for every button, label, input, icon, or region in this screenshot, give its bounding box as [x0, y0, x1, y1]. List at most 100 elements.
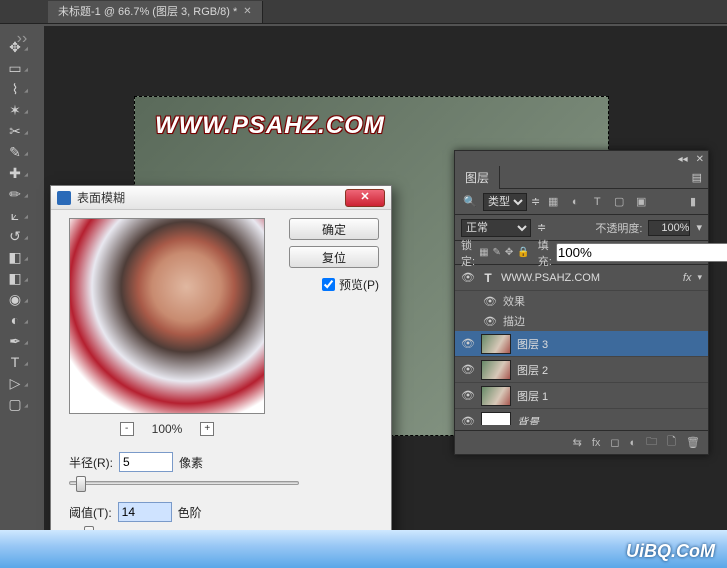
eye-icon[interactable]: 👁 — [461, 337, 475, 350]
new-layer-icon[interactable]: 🗋 — [667, 433, 676, 452]
close-icon[interactable]: ✕ — [243, 1, 251, 23]
panel-collapse-icon[interactable]: ◂◂ — [678, 154, 688, 165]
radius-input[interactable] — [119, 452, 173, 472]
layer-name: 图层 1 — [517, 388, 548, 404]
adjustment-icon[interactable]: ◐ — [630, 437, 637, 449]
layer-name: WWW.PSAHZ.COM — [501, 272, 600, 284]
path-select-icon[interactable]: ▷ — [4, 373, 26, 393]
filter-type-icon[interactable]: T — [588, 194, 606, 210]
history-brush-icon[interactable]: ↺ — [4, 226, 26, 246]
radius-label: 半径(R): — [69, 454, 113, 471]
pen-tool-icon[interactable]: ✒ — [4, 331, 26, 351]
brush-tool-icon[interactable]: ✏ — [4, 184, 26, 204]
lock-move-icon[interactable]: ✥ — [505, 245, 513, 261]
preview-checkbox[interactable] — [322, 278, 335, 291]
layer-thumb — [481, 386, 511, 406]
layer-row-2[interactable]: 👁 图层 2 — [455, 357, 708, 383]
tool-palette: ›› ✥ ▭ ⌇ ✶ ✂ ✎ ✚ ✏ ⟀ ↺ ◧ ◧ ◉ ◐ ✒ T ▷ ▢ — [2, 28, 42, 416]
dialog-close-button[interactable]: ✕ — [345, 189, 385, 207]
blend-mode-select[interactable]: 正常 — [461, 219, 531, 237]
filter-pixel-icon[interactable]: ▦ — [544, 194, 562, 210]
filter-adjust-icon[interactable]: ◐ — [566, 194, 584, 210]
uibq-watermark: UiBQ.CoM — [626, 541, 715, 562]
layer-thumb — [481, 334, 511, 354]
eye-icon[interactable]: 👁 — [461, 363, 475, 376]
reset-button[interactable]: 复位 — [289, 246, 379, 268]
lock-paint-icon[interactable]: ✎ — [493, 245, 501, 261]
shape-tool-icon[interactable]: ▢ — [4, 394, 26, 414]
layer-thumb — [481, 412, 511, 426]
layers-panel: ◂◂ ✕ 图层 ▤ 🔍 类型 ≑ ▦ ◐ T ▢ ▣ ▮ 正常 ≑ 不透明度: … — [454, 150, 709, 455]
ok-button[interactable]: 确定 — [289, 218, 379, 240]
filter-type-select[interactable]: 类型 — [483, 193, 527, 211]
fill-input[interactable] — [556, 243, 727, 262]
panel-menu-icon[interactable]: ▤ — [686, 171, 708, 184]
lock-all-icon[interactable]: 🔒 — [517, 245, 529, 261]
lock-label: 锁定: — [461, 237, 475, 269]
radius-unit: 像素 — [179, 454, 203, 471]
document-tab-title: 未标题-1 @ 66.7% (图层 3, RGB/8) * — [58, 1, 237, 23]
threshold-input[interactable] — [118, 502, 172, 522]
blur-preview[interactable] — [69, 218, 265, 414]
filter-smart-icon[interactable]: ▣ — [632, 194, 650, 210]
fx-badge[interactable]: fx — [683, 272, 692, 284]
filter-toggle[interactable]: ▮ — [684, 194, 702, 210]
threshold-unit: 色阶 — [178, 504, 202, 521]
layers-tab[interactable]: 图层 — [455, 166, 500, 189]
layer-name: 图层 3 — [517, 336, 548, 352]
zoom-out-button[interactable]: - — [120, 422, 134, 436]
dialog-titlebar[interactable]: 表面模糊 ✕ — [51, 186, 391, 210]
opacity-label: 不透明度: — [595, 220, 642, 236]
fx-icon[interactable]: fx — [592, 437, 601, 449]
threshold-label: 阈值(T): — [69, 504, 112, 521]
opacity-input[interactable] — [648, 220, 690, 236]
move-tool-icon[interactable]: ✥ — [4, 37, 26, 57]
eye-icon[interactable]: 👁 — [461, 271, 475, 284]
gradient-tool-icon[interactable]: ◧ — [4, 268, 26, 288]
layer-name: 背景 — [517, 414, 539, 426]
zoom-in-button[interactable]: + — [200, 422, 214, 436]
eyedropper-tool-icon[interactable]: ✎ — [4, 142, 26, 162]
layer-name: 图层 2 — [517, 362, 548, 378]
layer-thumb — [481, 360, 511, 380]
layer-row-text[interactable]: 👁 T WWW.PSAHZ.COM fx ▾ — [455, 265, 708, 291]
type-layer-icon: T — [481, 271, 495, 285]
layer-row-3[interactable]: 👁 图层 3 — [455, 331, 708, 357]
eye-icon[interactable]: 👁 — [461, 389, 475, 402]
type-tool-icon[interactable]: T — [4, 352, 26, 372]
layer-fx-effects[interactable]: 👁效果 — [455, 291, 708, 311]
panel-close-icon[interactable]: ✕ — [696, 154, 704, 165]
dodge-tool-icon[interactable]: ◐ — [4, 310, 26, 330]
blur-tool-icon[interactable]: ◉ — [4, 289, 26, 309]
filter-icon[interactable]: 🔍 — [461, 194, 479, 210]
layer-row-bg[interactable]: 👁 背景 — [455, 409, 708, 425]
filter-shape-icon[interactable]: ▢ — [610, 194, 628, 210]
ps-icon — [57, 191, 71, 205]
preview-checkbox-label: 预览(P) — [339, 276, 379, 293]
dialog-title: 表面模糊 — [77, 189, 125, 206]
document-tab-bar: 未标题-1 @ 66.7% (图层 3, RGB/8) * ✕ — [0, 0, 727, 24]
radius-slider[interactable] — [69, 474, 299, 492]
surface-blur-dialog: 表面模糊 ✕ - 100% + 确定 复位 预览(P) 半径(R): 像素 — [50, 185, 392, 540]
eraser-tool-icon[interactable]: ◧ — [4, 247, 26, 267]
eye-icon[interactable]: 👁 — [461, 415, 475, 425]
layer-row-1[interactable]: 👁 图层 1 — [455, 383, 708, 409]
lasso-tool-icon[interactable]: ⌇ — [4, 79, 26, 99]
fill-label: 填充: — [538, 237, 552, 269]
layer-list: 👁 T WWW.PSAHZ.COM fx ▾ 👁效果 👁描边 👁 图层 3 👁 … — [455, 265, 708, 425]
trash-icon[interactable]: 🗑 — [686, 436, 700, 449]
stamp-tool-icon[interactable]: ⟀ — [4, 205, 26, 225]
link-layers-icon[interactable]: ⇆ — [573, 436, 582, 449]
document-tab[interactable]: 未标题-1 @ 66.7% (图层 3, RGB/8) * ✕ — [48, 1, 263, 23]
group-icon[interactable]: 🗀 — [646, 433, 657, 452]
layer-fx-stroke[interactable]: 👁描边 — [455, 311, 708, 331]
os-taskbar — [0, 530, 727, 568]
wand-tool-icon[interactable]: ✶ — [4, 100, 26, 120]
crop-tool-icon[interactable]: ✂ — [4, 121, 26, 141]
preview-checkbox-row[interactable]: 预览(P) — [322, 276, 379, 293]
marquee-tool-icon[interactable]: ▭ — [4, 58, 26, 78]
zoom-value: 100% — [152, 422, 183, 436]
heal-tool-icon[interactable]: ✚ — [4, 163, 26, 183]
mask-icon[interactable]: ◻ — [610, 436, 619, 449]
lock-trans-icon[interactable]: ▦ — [479, 245, 488, 261]
